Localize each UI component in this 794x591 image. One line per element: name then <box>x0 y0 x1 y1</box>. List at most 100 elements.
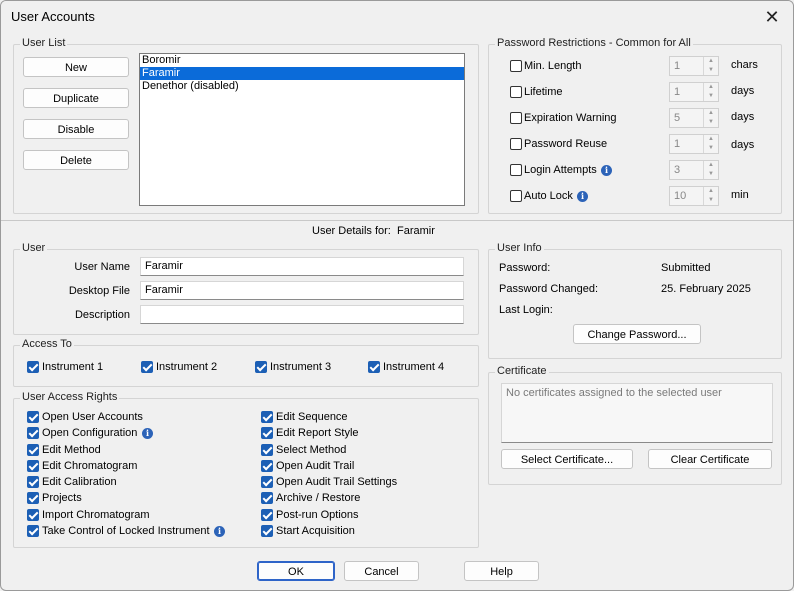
right-checkbox[interactable] <box>261 444 273 456</box>
user-legend: User <box>20 242 48 254</box>
list-item[interactable]: Boromir <box>140 54 464 67</box>
right-checkbox[interactable] <box>261 476 273 488</box>
spin-up-icon[interactable]: ▲ <box>703 135 718 144</box>
right-checkbox[interactable] <box>261 460 273 472</box>
spin-up-icon[interactable]: ▲ <box>703 187 718 196</box>
description-field[interactable] <box>140 305 464 324</box>
user-access-rights-group: User Access Rights Open User Accounts Op… <box>13 391 479 548</box>
close-icon[interactable]: ✕ <box>757 5 787 29</box>
login-attempts-spinner[interactable]: 3 ▲ ▼ <box>669 160 719 180</box>
spinner-value: 1 <box>674 138 681 150</box>
right-checkbox[interactable] <box>261 427 273 439</box>
right-checkbox[interactable] <box>27 509 39 521</box>
lifetime-label: Lifetime <box>524 86 563 98</box>
disable-button[interactable]: Disable <box>23 119 129 139</box>
user-listbox[interactable]: Boromir Faramir Denethor (disabled) <box>139 53 465 206</box>
description-label: Description <box>74 309 130 321</box>
spin-down-icon[interactable]: ▼ <box>703 118 718 127</box>
min-length-checkbox[interactable] <box>510 60 522 72</box>
section-divider <box>1 220 793 221</box>
right-checkbox[interactable] <box>27 411 39 423</box>
instrument-1-checkbox[interactable] <box>27 361 39 373</box>
right-checkbox[interactable] <box>261 411 273 423</box>
password-label: Password: <box>499 262 551 274</box>
spinner-value: 1 <box>674 60 681 72</box>
expiration-warning-label: Expiration Warning <box>524 112 617 124</box>
spinner-value: 10 <box>674 190 687 202</box>
min-length-spinner[interactable]: 1 ▲ ▼ <box>669 56 719 76</box>
clear-certificate-button[interactable]: Clear Certificate <box>648 449 772 469</box>
right-checkbox[interactable] <box>27 525 39 537</box>
instrument-1-label: Instrument 1 <box>42 361 104 373</box>
spin-up-icon[interactable]: ▲ <box>703 83 718 92</box>
cancel-button[interactable]: Cancel <box>344 561 419 581</box>
min-length-unit: chars <box>731 59 758 71</box>
certificate-list[interactable]: No certificates assigned to the selected… <box>501 383 773 443</box>
certificate-placeholder: No certificates assigned to the selected… <box>506 387 722 399</box>
desktop-file-field[interactable]: Faramir <box>140 281 464 300</box>
password-reuse-label: Password Reuse <box>524 138 608 150</box>
spin-down-icon[interactable]: ▼ <box>703 66 718 75</box>
change-password-button[interactable]: Change Password... <box>573 324 701 344</box>
password-reuse-checkbox[interactable] <box>510 138 522 150</box>
user-name-field[interactable]: Faramir <box>140 257 464 276</box>
right-checkbox[interactable] <box>27 492 39 504</box>
spin-down-icon[interactable]: ▼ <box>703 92 718 101</box>
login-attempts-checkbox[interactable] <box>510 164 522 176</box>
list-item[interactable]: Denethor (disabled) <box>140 80 464 93</box>
spin-down-icon[interactable]: ▼ <box>703 170 718 179</box>
login-attempts-label: Login Attempts <box>524 164 597 176</box>
new-button[interactable]: New <box>23 57 129 77</box>
expiration-warning-checkbox[interactable] <box>510 112 522 124</box>
spin-up-icon[interactable]: ▲ <box>703 57 718 66</box>
expiration-warning-spinner[interactable]: 5 ▲ ▼ <box>669 108 719 128</box>
auto-lock-checkbox[interactable] <box>510 190 522 202</box>
right-label: Edit Calibration <box>42 476 117 488</box>
right-checkbox[interactable] <box>261 492 273 504</box>
info-icon[interactable]: i <box>577 191 588 202</box>
expiration-warning-unit: days <box>731 111 755 123</box>
spin-down-icon[interactable]: ▼ <box>703 144 718 153</box>
right-checkbox[interactable] <box>27 444 39 456</box>
instrument-2-checkbox[interactable] <box>141 361 153 373</box>
select-certificate-button[interactable]: Select Certificate... <box>501 449 633 469</box>
info-icon[interactable]: i <box>214 526 225 537</box>
access-to-legend: Access To <box>20 338 74 350</box>
info-icon[interactable]: i <box>601 165 612 176</box>
password-reuse-spinner[interactable]: 1 ▲ ▼ <box>669 134 719 154</box>
right-checkbox[interactable] <box>27 427 39 439</box>
spin-up-icon[interactable]: ▲ <box>703 161 718 170</box>
right-checkbox[interactable] <box>27 476 39 488</box>
password-restrictions-group: Password Restrictions - Common for All M… <box>488 37 782 214</box>
spin-down-icon[interactable]: ▼ <box>703 196 718 205</box>
ok-button[interactable]: OK <box>257 561 335 581</box>
user-info-group: User Info Password: Submitted Password C… <box>488 242 782 359</box>
duplicate-button[interactable]: Duplicate <box>23 88 129 108</box>
right-checkbox[interactable] <box>261 509 273 521</box>
right-label: Post-run Options <box>276 509 359 521</box>
right-label: Edit Method <box>42 444 101 456</box>
spin-up-icon[interactable]: ▲ <box>703 109 718 118</box>
lifetime-spinner[interactable]: 1 ▲ ▼ <box>669 82 719 102</box>
list-item[interactable]: Faramir <box>140 67 464 80</box>
access-to-group: Access To Instrument 1 Instrument 2 Inst… <box>13 338 479 387</box>
delete-button[interactable]: Delete <box>23 150 129 170</box>
instrument-3-checkbox[interactable] <box>255 361 267 373</box>
password-changed-label: Password Changed: <box>499 283 599 295</box>
lifetime-checkbox[interactable] <box>510 86 522 98</box>
password-restrictions-legend: Password Restrictions - Common for All <box>495 37 693 49</box>
right-checkbox[interactable] <box>27 460 39 472</box>
help-button[interactable]: Help <box>464 561 539 581</box>
instrument-4-label: Instrument 4 <box>383 361 445 373</box>
right-label: Edit Sequence <box>276 411 348 423</box>
instrument-4-checkbox[interactable] <box>368 361 380 373</box>
right-label: Open User Accounts <box>42 411 143 423</box>
title-bar: User Accounts ✕ <box>1 1 793 33</box>
info-icon[interactable]: i <box>142 428 153 439</box>
last-login-label: Last Login: <box>499 304 553 316</box>
spinner-value: 3 <box>674 164 681 176</box>
right-checkbox[interactable] <box>261 525 273 537</box>
auto-lock-spinner[interactable]: 10 ▲ ▼ <box>669 186 719 206</box>
certificate-group: Certificate No certificates assigned to … <box>488 365 782 485</box>
user-info-legend: User Info <box>495 242 544 254</box>
